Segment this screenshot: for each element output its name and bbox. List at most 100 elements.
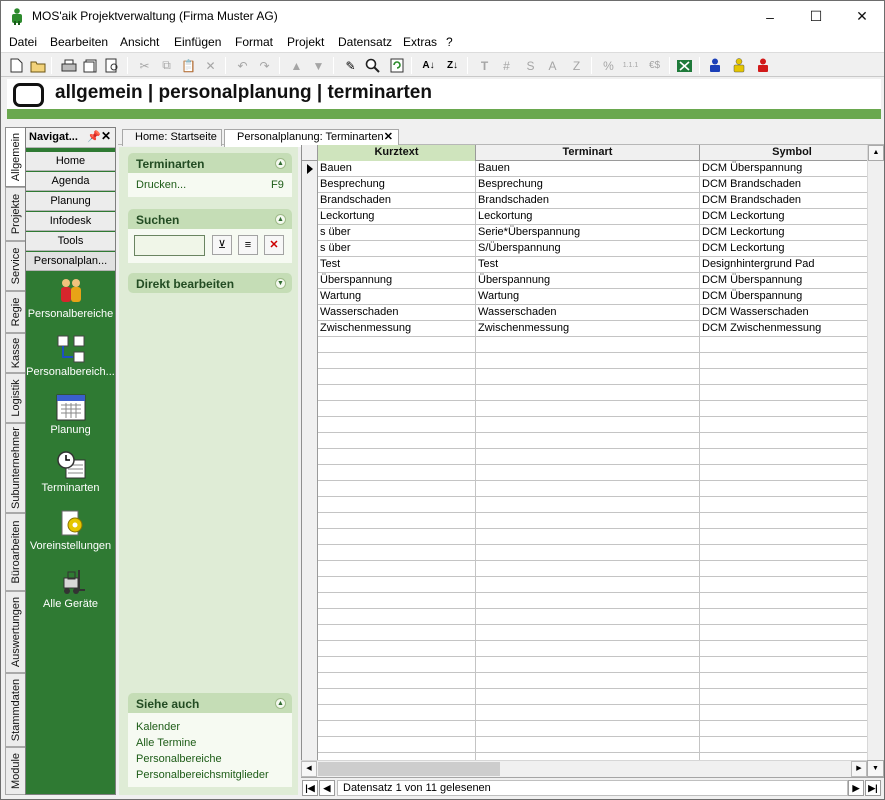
column-header-symbol[interactable]: Symbol — [700, 145, 884, 161]
table-cell[interactable] — [700, 401, 884, 417]
column-header-kurztext[interactable]: Kurztext — [318, 145, 476, 161]
menu-bearbeiten[interactable]: Bearbeiten — [50, 35, 108, 49]
row-selector[interactable] — [302, 609, 318, 625]
table-cell[interactable] — [476, 385, 700, 401]
table-cell[interactable] — [476, 481, 700, 497]
table-cell[interactable] — [318, 705, 476, 721]
table-cell[interactable]: Wartung — [318, 289, 476, 305]
link-drucken[interactable]: Drucken... — [136, 179, 186, 191]
table-cell[interactable] — [318, 721, 476, 737]
table-row[interactable] — [302, 481, 884, 497]
nav-button-home[interactable]: Home — [26, 152, 115, 171]
table-cell[interactable] — [318, 657, 476, 673]
row-selector[interactable] — [302, 449, 318, 465]
nav-button-infodesk[interactable]: Infodesk — [26, 212, 115, 231]
nav-item-terminarten[interactable]: Terminarten — [26, 450, 115, 506]
table-cell[interactable] — [476, 721, 700, 737]
table-cell[interactable] — [318, 625, 476, 641]
table-cell[interactable] — [476, 737, 700, 753]
table-cell[interactable] — [318, 513, 476, 529]
search-input[interactable] — [134, 235, 205, 256]
table-cell[interactable] — [700, 465, 884, 481]
table-cell[interactable] — [318, 449, 476, 465]
last-record-icon[interactable]: ▶| — [865, 780, 881, 796]
vtab-logistik[interactable]: Logistik — [5, 373, 25, 423]
numbering-icon[interactable]: 1.1.1 — [621, 56, 640, 75]
link-alle-termine[interactable]: Alle Termine — [136, 737, 196, 749]
menu-einfuegen[interactable]: Einfügen — [174, 35, 221, 49]
edit-pencil-icon[interactable]: ✎ — [341, 56, 360, 75]
link-personalbereiche[interactable]: Personalbereiche — [136, 753, 222, 765]
vtab-allgemein[interactable]: Allgemein — [5, 127, 25, 187]
table-cell[interactable]: DCM Wasserschaden — [700, 305, 884, 321]
table-cell[interactable]: s über — [318, 225, 476, 241]
table-row[interactable] — [302, 401, 884, 417]
sort-descending-icon[interactable]: Z↓ — [443, 56, 462, 75]
table-row[interactable] — [302, 705, 884, 721]
link-kalender[interactable]: Kalender — [136, 721, 180, 733]
close-tab-icon[interactable]: ✕ — [384, 130, 393, 143]
minimize-button[interactable]: – — [747, 1, 793, 32]
paste-icon[interactable]: 📋 — [179, 56, 198, 75]
row-selector[interactable] — [302, 177, 318, 193]
table-cell[interactable] — [700, 657, 884, 673]
table-cell[interactable] — [700, 609, 884, 625]
user-blue-icon[interactable] — [705, 56, 724, 75]
row-selector[interactable] — [302, 417, 318, 433]
row-selector[interactable] — [302, 433, 318, 449]
table-row[interactable] — [302, 561, 884, 577]
table-row[interactable] — [302, 689, 884, 705]
table-cell[interactable] — [700, 481, 884, 497]
nav-item-voreinstellungen[interactable]: Voreinstellungen — [26, 508, 115, 564]
row-selector[interactable] — [302, 241, 318, 257]
table-cell[interactable] — [700, 577, 884, 593]
table-cell[interactable] — [476, 561, 700, 577]
table-cell[interactable]: s über — [318, 241, 476, 257]
table-cell[interactable] — [700, 449, 884, 465]
table-cell[interactable] — [700, 433, 884, 449]
vtab-stammdaten[interactable]: Stammdaten — [5, 673, 25, 747]
table-cell[interactable] — [700, 561, 884, 577]
table-cell[interactable]: Bauen — [476, 161, 700, 177]
table-cell[interactable]: Zwischenmessung — [476, 321, 700, 337]
table-cell[interactable] — [318, 609, 476, 625]
table-cell[interactable] — [318, 353, 476, 369]
collapse-icon[interactable]: ▲ — [275, 158, 286, 169]
table-row[interactable] — [302, 657, 884, 673]
table-cell[interactable] — [476, 417, 700, 433]
move-up-icon[interactable]: ▲ — [287, 56, 306, 75]
table-cell[interactable]: Besprechung — [476, 177, 700, 193]
vtab-kasse[interactable]: Kasse — [5, 333, 25, 373]
table-row[interactable] — [302, 545, 884, 561]
nav-button-planung[interactable]: Planung — [26, 192, 115, 211]
table-cell[interactable] — [318, 481, 476, 497]
menu-projekt[interactable]: Projekt — [287, 35, 324, 49]
table-row[interactable] — [302, 433, 884, 449]
tab-home-startseite[interactable]: Home: Startseite — [122, 129, 222, 146]
menu-datei[interactable]: Datei — [9, 35, 37, 49]
table-row[interactable] — [302, 641, 884, 657]
table-cell[interactable]: Brandschaden — [318, 193, 476, 209]
table-cell[interactable]: Wartung — [476, 289, 700, 305]
table-cell[interactable]: DCM Brandschaden — [700, 193, 884, 209]
table-row[interactable]: Besprechung Besprechung DCM Brandschaden — [302, 177, 884, 193]
percent-icon[interactable]: % — [599, 56, 618, 75]
table-cell[interactable] — [318, 545, 476, 561]
table-row[interactable] — [302, 737, 884, 753]
vtab-subunternehmer[interactable]: Subunternehmer — [5, 423, 25, 513]
row-selector[interactable] — [302, 481, 318, 497]
table-cell[interactable] — [700, 689, 884, 705]
table-cell[interactable] — [700, 545, 884, 561]
redo-icon[interactable]: ↷ — [255, 56, 274, 75]
table-cell[interactable]: S/Überspannung — [476, 241, 700, 257]
table-row[interactable]: Überspannung Überspannung DCM Überspannung — [302, 273, 884, 289]
excel-export-icon[interactable] — [675, 56, 694, 75]
z-format-icon[interactable]: Z — [567, 56, 586, 75]
table-cell[interactable]: DCM Leckortung — [700, 225, 884, 241]
menu-format[interactable]: Format — [235, 35, 273, 49]
table-cell[interactable]: DCM Zwischenmessung — [700, 321, 884, 337]
table-cell[interactable] — [476, 401, 700, 417]
row-selector[interactable] — [302, 337, 318, 353]
table-cell[interactable] — [700, 337, 884, 353]
menu-help[interactable]: ? — [446, 35, 453, 49]
